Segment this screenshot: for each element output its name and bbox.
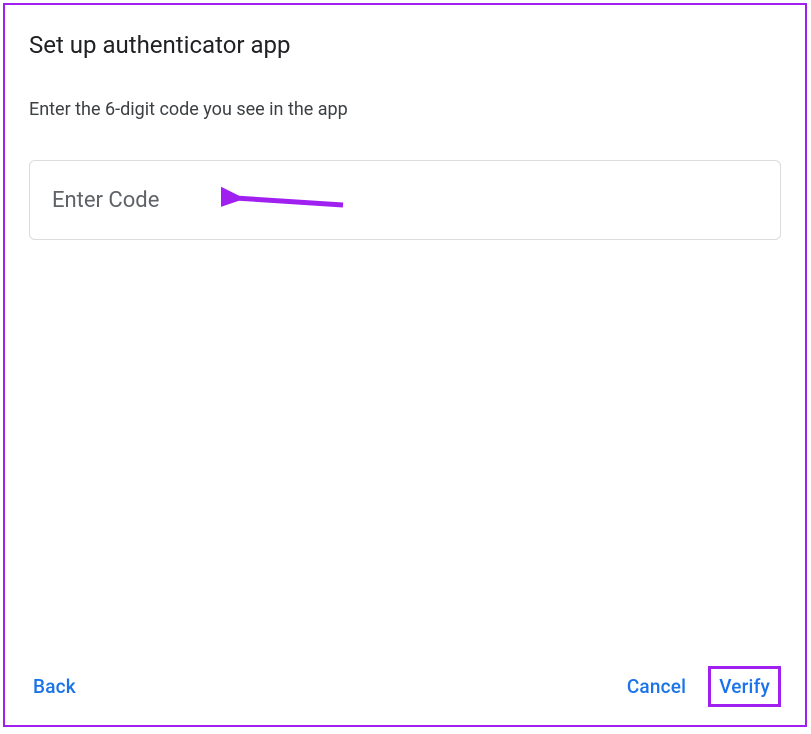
verify-highlight-box: Verify: [708, 666, 781, 707]
back-button[interactable]: Back: [29, 667, 80, 706]
cancel-button[interactable]: Cancel: [623, 667, 690, 706]
dialog-instruction: Enter the 6-digit code you see in the ap…: [29, 99, 781, 120]
dialog-title: Set up authenticator app: [29, 31, 781, 59]
button-group-right: Cancel Verify: [623, 666, 781, 707]
code-input[interactable]: [29, 160, 781, 240]
authenticator-setup-dialog: Set up authenticator app Enter the 6-dig…: [3, 3, 807, 727]
verify-button[interactable]: Verify: [717, 673, 772, 700]
dialog-button-row: Back Cancel Verify: [29, 666, 781, 707]
